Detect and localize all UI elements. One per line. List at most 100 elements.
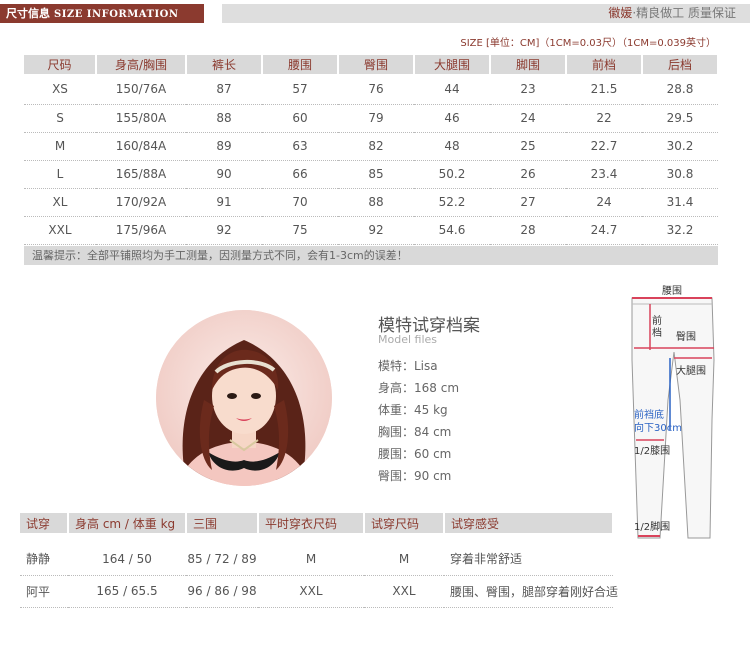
cell: 89 <box>186 132 262 161</box>
try-table-header: 试穿 身高 cm / 体重 kg 三围 平时穿衣尺码 试穿尺码 试穿感受 <box>20 513 614 533</box>
table-row: 静静 164 / 50 85 / 72 / 89 M M 穿着非常舒适 <box>20 533 613 576</box>
cell: XXL <box>364 575 444 608</box>
cell: 24 <box>566 188 642 217</box>
cell: 75 <box>262 216 338 245</box>
col-waist: 腰围 <box>262 55 339 74</box>
model-waist: 腰围：60 cm <box>378 447 452 461</box>
cell: XXL <box>258 575 364 608</box>
cell: 27 <box>490 188 566 217</box>
model-subtitle: Model files <box>378 333 438 346</box>
col-usual-size: 平时穿衣尺码 <box>258 513 365 533</box>
table-row: 阿平 165 / 65.5 96 / 86 / 98 XXL XXL 腰围、臀围… <box>20 575 618 608</box>
model-photo-icon <box>156 310 332 486</box>
cell: 96 / 86 / 98 <box>186 575 258 608</box>
diagram-hem-label: 1/2脚围 <box>634 522 671 533</box>
model-height: 身高：168 cm <box>378 381 460 395</box>
cell: M <box>24 132 96 161</box>
table-row: S 155/80A 88 60 79 46 24 22 29.5 <box>24 104 718 133</box>
diagram-thigh-label: 大腿围 <box>676 366 706 377</box>
cell: 155/80A <box>96 104 186 133</box>
col-thigh: 大腿围 <box>414 55 491 74</box>
col-feeling: 试穿感受 <box>444 513 614 533</box>
slogan: 徽媛·精良做工 质量保证 <box>608 4 736 23</box>
model-name: 模特：Lisa <box>378 359 438 373</box>
cell: 70 <box>262 188 338 217</box>
cell: 23 <box>490 74 566 105</box>
cell: 44 <box>414 74 490 105</box>
cell: 静静 <box>20 533 68 576</box>
cell: 76 <box>338 74 414 105</box>
table-row: XXL 175/96A 92 75 92 54.6 28 24.7 32.2 <box>24 216 718 245</box>
col-hip: 臀围 <box>338 55 415 74</box>
col-tried-size: 试穿尺码 <box>364 513 445 533</box>
cell: 25 <box>490 132 566 161</box>
cell: 60 <box>262 104 338 133</box>
model-hip: 臀围：90 cm <box>378 469 452 483</box>
diagram-waist-label: 腰围 <box>662 286 682 297</box>
cell: 50.2 <box>414 160 490 189</box>
col-height-chest: 身高/胸围 <box>96 55 187 74</box>
cell: 150/76A <box>96 74 186 105</box>
cell: 28 <box>490 216 566 245</box>
cell: S <box>24 104 96 133</box>
cell: L <box>24 160 96 189</box>
cell: 85 <box>338 160 414 189</box>
model-portrait <box>156 310 332 486</box>
cell: 88 <box>338 188 414 217</box>
cell: 31.4 <box>642 188 718 217</box>
section-title: 尺寸信息 <box>6 7 50 20</box>
table-row: XL 170/92A 91 70 88 52.2 27 24 31.4 <box>24 188 718 217</box>
cell: 腰围、臀围，腿部穿着刚好合适 <box>444 575 618 608</box>
cell: 87 <box>186 74 262 105</box>
cell: 46 <box>414 104 490 133</box>
cell: 52.2 <box>414 188 490 217</box>
cell: 88 <box>186 104 262 133</box>
cell: 90 <box>186 160 262 189</box>
cell: 24 <box>490 104 566 133</box>
size-unit-note: SIZE [单位：CM]（1CM=0.03尺）（1CM=0.039英寸） <box>460 38 716 49</box>
cell: XXL <box>24 216 96 245</box>
cell: 23.4 <box>566 160 642 189</box>
cell: 170/92A <box>96 188 186 217</box>
cell: 22.7 <box>566 132 642 161</box>
brand-name: 徽媛 <box>608 6 633 20</box>
col-length: 裤长 <box>186 55 263 74</box>
cell: 91 <box>186 188 262 217</box>
cell: 165/88A <box>96 160 186 189</box>
diagram-rise-note-2: 向下30cm <box>634 423 682 434</box>
cell: 48 <box>414 132 490 161</box>
cell: 30.2 <box>642 132 718 161</box>
cell: 85 / 72 / 89 <box>186 533 258 576</box>
cell: 164 / 50 <box>68 533 186 576</box>
cell: 92 <box>338 216 414 245</box>
cell: 29.5 <box>642 104 718 133</box>
cell: 阿平 <box>20 575 68 608</box>
model-weight: 体重：45 kg <box>378 403 448 417</box>
cell: 30.8 <box>642 160 718 189</box>
diagram-front-rise-label: 前档 <box>652 316 662 339</box>
cell: 32.2 <box>642 216 718 245</box>
cell: 79 <box>338 104 414 133</box>
cell: 63 <box>262 132 338 161</box>
col-height-weight: 身高 cm / 体重 kg <box>68 513 187 533</box>
col-front-rise: 前档 <box>566 55 643 74</box>
col-tester: 试穿 <box>20 513 69 533</box>
section-header: 尺寸信息 SIZE INFORMATION <box>0 4 204 23</box>
cell: XS <box>24 74 96 105</box>
size-table: 尺码 身高/胸围 裤长 腰围 臀围 大腿围 脚围 前档 后档 XS 150/76A… <box>24 55 719 245</box>
measurement-tip: 温馨提示：全部平铺照均为手工测量，因测量方式不同，会有1-3cm的误差！ <box>24 246 718 265</box>
cell: 22 <box>566 104 642 133</box>
cell: 66 <box>262 160 338 189</box>
cell: 82 <box>338 132 414 161</box>
cell: 54.6 <box>414 216 490 245</box>
diagram-knee-label: 1/2膝围 <box>634 446 671 457</box>
header-bar: 徽媛·精良做工 质量保证 <box>222 4 750 23</box>
cell: M <box>258 533 364 576</box>
cell: 24.7 <box>566 216 642 245</box>
section-title-en: SIZE INFORMATION <box>54 9 179 20</box>
cell: 92 <box>186 216 262 245</box>
cell: 160/84A <box>96 132 186 161</box>
cell: 57 <box>262 74 338 105</box>
table-row: M 160/84A 89 63 82 48 25 22.7 30.2 <box>24 132 718 161</box>
cell: 175/96A <box>96 216 186 245</box>
